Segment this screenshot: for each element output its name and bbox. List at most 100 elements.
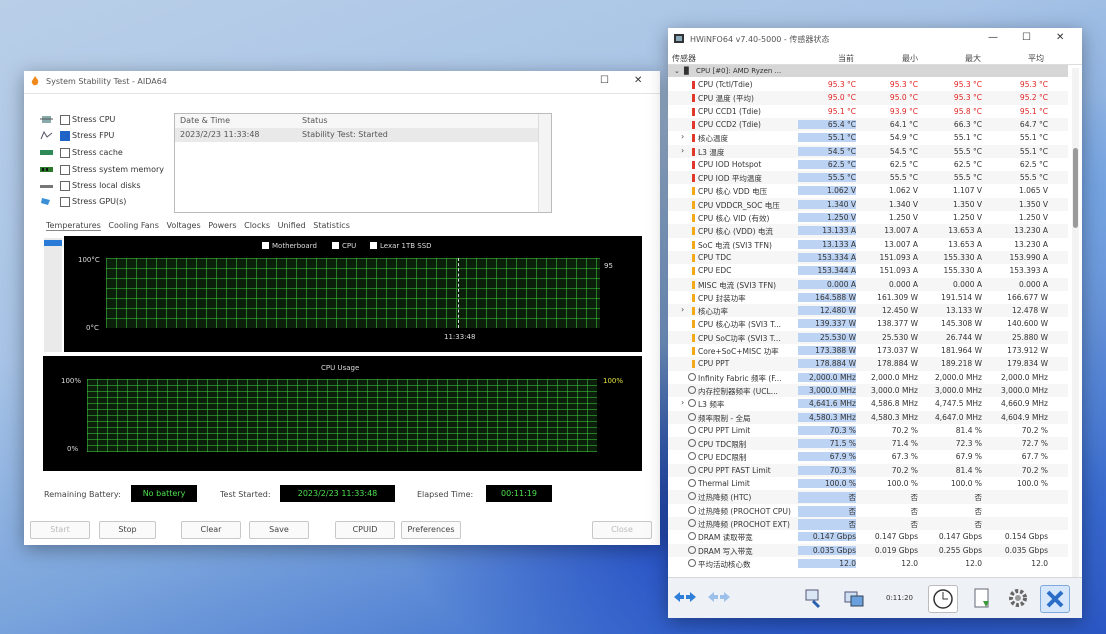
sensor-row[interactable]: 平均活动核心数 12.0 12.0 12.0 12.0 — [668, 557, 1068, 570]
stress-cpu-checkbox[interactable] — [60, 115, 70, 125]
legend-cpu-check[interactable] — [332, 242, 339, 249]
close-x-icon[interactable] — [1040, 585, 1070, 613]
nav-arrows-disabled-icon[interactable] — [704, 585, 732, 611]
stress-fpu-checkbox[interactable] — [60, 131, 70, 141]
sensor-row[interactable]: CPU EDC 153.344 A 151.093 A 155.330 A 153.39… — [668, 264, 1068, 277]
sensor-row[interactable]: CPU PPT 178.884 W 178.884 W 189.218 W 179.83… — [668, 357, 1068, 371]
sensor-group-cpu[interactable]: ⌄ ▉ CPU [#0]: AMD Ryzen ... — [668, 65, 1068, 77]
sensor-row[interactable]: CPU 核心 VDD 电压 1.062 V 1.062 V 1.107 V 1.065 … — [668, 184, 1068, 197]
sensor-row[interactable]: CPU EDC限制 67.9 % 67.3 % 67.9 % 67.7 % — [668, 450, 1068, 463]
preferences-button[interactable]: Preferences — [401, 521, 461, 539]
sensor-row[interactable]: CPU (Tctl/Tdie) 95.3 °C 95.3 °C 95.3 °C 95.3… — [668, 78, 1068, 91]
sensor-row[interactable]: CPU 温度 (平均) 95.0 °C 95.0 °C 95.3 °C 95.2 °C — [668, 91, 1068, 105]
stress-disks-checkbox[interactable] — [60, 181, 70, 191]
expand-chevron-icon[interactable]: › — [681, 146, 684, 155]
sensor-row[interactable]: CPU IOD Hotspot 62.5 °C 62.5 °C 62.5 °C 62.5… — [668, 158, 1068, 171]
sensor-row[interactable]: CPU 核心 (VDD) 电流 13.133 A 13.007 A 13.653 A 1… — [668, 224, 1068, 238]
sensor-row[interactable]: › 核心功率 12.480 W 12.450 W 13.133 W 12.478 W — [668, 304, 1068, 318]
tab-temperatures[interactable]: Temperatures — [46, 221, 101, 231]
stress-cache-checkbox[interactable] — [60, 148, 70, 158]
sensor-row[interactable]: CPU CCD2 (Tdie) 65.4 °C 64.1 °C 66.3 °C 64.7… — [668, 117, 1068, 132]
stress-fpu-option[interactable]: Stress FPU — [40, 130, 180, 142]
stop-button[interactable]: Stop — [99, 521, 156, 539]
maximize-button[interactable]: ☐ — [600, 76, 609, 86]
legend-ssd-check[interactable] — [370, 242, 377, 249]
close-window-button[interactable]: Close — [592, 521, 652, 539]
stress-cpu-option[interactable]: Stress CPU — [40, 114, 180, 126]
sensor-row[interactable]: SoC 电流 (SVI3 TFN) 13.133 A 13.007 A 13.653 … — [668, 238, 1068, 251]
sensor-row[interactable]: Core+SoC+MISC 功率 173.388 W 173.037 W 181.96… — [668, 344, 1068, 357]
minimize-button[interactable]: — — [988, 33, 998, 43]
sensor-row[interactable]: Infinity Fabric 频率 (F... 2,000.0 MHz 2,000… — [668, 371, 1068, 384]
cpuid-button[interactable]: CPUID — [335, 521, 395, 539]
sensor-row[interactable]: CPU TDC限制 71.5 % 71.4 % 72.3 % 72.7 % — [668, 437, 1068, 451]
sensor-row[interactable]: CPU SoC功率 (SVI3 T... 25.530 W 25.530 W 26.7… — [668, 330, 1068, 344]
sensor-row[interactable]: CPU PPT Limit 70.3 % 70.2 % 81.4 % 70.2 % — [668, 424, 1068, 437]
expand-chevron-icon[interactable]: › — [681, 132, 684, 141]
clear-button[interactable]: Clear — [181, 521, 241, 539]
tab-unified[interactable]: Unified — [278, 221, 306, 230]
sensor-row[interactable]: › L3 温度 54.5 °C 54.5 °C 55.5 °C 55.1 °C — [668, 144, 1068, 158]
sensor-row[interactable]: 过热降频 (HTC) 否 否 否 — [668, 490, 1068, 504]
group-collapse-icon[interactable]: ⌄ — [674, 67, 680, 75]
save-button[interactable]: Save — [249, 521, 309, 539]
log-scrollbar[interactable] — [538, 114, 551, 212]
col-avg[interactable]: 平均 — [1028, 53, 1044, 64]
sensor-row[interactable]: CPU 核心功率 (SVI3 T... 139.337 W 138.377 W 145… — [668, 317, 1068, 330]
settings-icon[interactable] — [1004, 585, 1032, 611]
col-sensor[interactable]: 传感器 — [672, 53, 696, 64]
stress-memory-option[interactable]: Stress system memory — [40, 164, 180, 176]
stress-gpu-checkbox[interactable] — [60, 197, 70, 207]
sensor-row[interactable]: DRAM 写入带宽 0.035 Gbps 0.019 Gbps 0.255 Gbps 0… — [668, 543, 1068, 557]
legend-motherboard-check[interactable] — [262, 242, 269, 249]
sensor-row[interactable]: › L3 频率 4,641.6 MHz 4,586.8 MHz 4,747.5 MHz 4… — [668, 397, 1068, 410]
sensor-scroll-thumb[interactable] — [1073, 148, 1078, 228]
sensor-row[interactable]: MISC 电流 (SVI3 TFN) 0.000 A 0.000 A 0.000 A 0… — [668, 277, 1068, 291]
sensor-row[interactable]: CPU IOD 平均温度 55.5 °C 55.5 °C 55.5 °C 55.5 °C — [668, 171, 1068, 185]
sensor-row[interactable]: CPU VDDCR_SOC 电压 1.340 V 1.340 V 1.350 V 1.3… — [668, 197, 1068, 211]
sensor-row[interactable]: DRAM 读取带宽 0.147 Gbps 0.147 Gbps 0.147 Gbps 0… — [668, 530, 1068, 543]
col-min[interactable]: 最小 — [902, 53, 918, 64]
close-button[interactable]: ✕ — [634, 76, 642, 86]
sensor-row[interactable]: CPU 核心 VID (有效) 1.250 V 1.250 V 1.250 V 1.25… — [668, 211, 1068, 224]
clock-icon[interactable] — [928, 585, 958, 613]
sensor-close-button[interactable]: ✕ — [1056, 33, 1064, 43]
sensor-row[interactable]: 过热降频 (PROCHOT CPU) 否 否 否 — [668, 504, 1068, 517]
tab-voltages[interactable]: Voltages — [166, 221, 200, 230]
tab-powers[interactable]: Powers — [208, 221, 236, 230]
nav-arrows-icon[interactable] — [670, 585, 698, 611]
legend-ssd[interactable]: Lexar 1TB SSD — [370, 242, 432, 250]
legend-cpu[interactable]: CPU — [332, 242, 356, 250]
log-row[interactable]: 2023/2/23 11:33:48 Stability Test: Start… — [175, 128, 539, 142]
sensor-row[interactable]: Thermal Limit 100.0 % 100.0 % 100.0 % 100.0 … — [668, 477, 1068, 490]
sensor-maximize-button[interactable]: ☐ — [1022, 33, 1031, 43]
sensor-row[interactable]: CPU CCD1 (Tdie) 95.1 °C 93.9 °C 95.8 °C 95.1… — [668, 105, 1068, 118]
export-icon[interactable] — [840, 585, 868, 611]
sensor-row[interactable]: 过热降频 (PROCHOT EXT) 否 否 否 — [668, 516, 1068, 531]
chart-side-scroll[interactable] — [44, 238, 62, 352]
sensor-name: 过热降频 (PROCHOT CPU) — [698, 506, 791, 516]
stress-gpu-option[interactable]: Stress GPU(s) — [40, 196, 180, 208]
stress-cache-option[interactable]: Stress cache — [40, 147, 180, 159]
sensor-row[interactable]: CPU 封装功率 164.588 W 161.309 W 191.514 W 166.6… — [668, 291, 1068, 304]
report-icon[interactable] — [968, 585, 996, 611]
network-icon[interactable] — [800, 585, 828, 611]
stress-disks-option[interactable]: Stress local disks — [40, 180, 180, 192]
start-button[interactable]: Start — [30, 521, 90, 539]
expand-chevron-icon[interactable]: › — [681, 398, 684, 407]
tab-cooling-fans[interactable]: Cooling Fans — [108, 221, 159, 230]
chart-side-thumb[interactable] — [44, 240, 62, 246]
expand-chevron-icon[interactable]: › — [681, 305, 684, 314]
tab-clocks[interactable]: Clocks — [244, 221, 270, 230]
tab-statistics[interactable]: Statistics — [313, 221, 350, 230]
sensor-row[interactable]: CPU PPT FAST Limit 70.3 % 70.2 % 81.4 % 70.2… — [668, 463, 1068, 477]
sensor-row[interactable]: 频率限制 - 全局 4,580.3 MHz 4,580.3 MHz 4,647.0 M… — [668, 410, 1068, 424]
legend-motherboard[interactable]: Motherboard — [262, 242, 317, 250]
sensor-row[interactable]: CPU TDC 153.334 A 151.093 A 155.330 A 153.99… — [668, 250, 1068, 265]
sensor-scrollbar[interactable] — [1072, 68, 1079, 578]
col-current[interactable]: 当前 — [838, 53, 854, 64]
stress-memory-checkbox[interactable] — [60, 165, 70, 175]
sensor-row[interactable]: 内存控制器频率 (UCL... 3,000.0 MHz 3,000.0 MHz 3,0… — [668, 383, 1068, 398]
col-max[interactable]: 最大 — [965, 53, 981, 64]
sensor-row[interactable]: › 核心温度 55.1 °C 54.9 °C 55.1 °C 55.1 °C — [668, 131, 1068, 144]
